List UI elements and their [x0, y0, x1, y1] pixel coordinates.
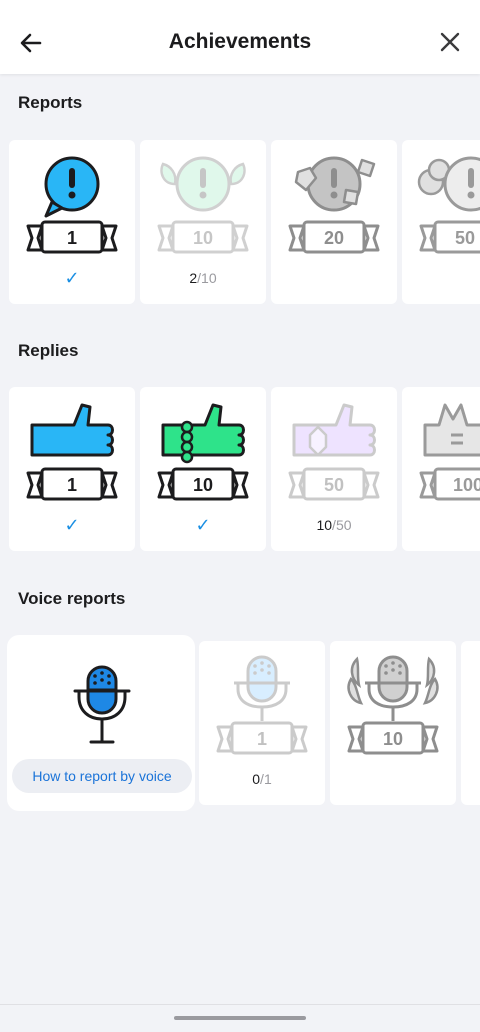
microphone-laurel-icon: 10 — [347, 655, 439, 755]
badge-label: 1 — [67, 475, 77, 495]
achievement-card[interactable]: 100 — [402, 387, 480, 551]
how-to-report-by-voice-button[interactable]: How to report by voice — [12, 759, 192, 793]
progress-total: 1 — [263, 771, 272, 787]
achievement-card[interactable]: 1 0/1 — [199, 641, 325, 805]
replies-row[interactable]: 1 ✓ 10 ✓ 50 10/50 100 — [0, 387, 480, 551]
progress-text: 0/1 — [252, 771, 272, 787]
microphone-icon: 1 — [216, 655, 308, 755]
section-title-voice-reports: Voice reports — [18, 589, 126, 608]
achievement-card[interactable] — [461, 641, 480, 805]
badge-label: 20 — [324, 228, 344, 248]
section-title-reports: Reports — [18, 93, 83, 112]
home-indicator[interactable] — [174, 1016, 306, 1020]
achievement-card[interactable]: 10 ✓ — [140, 387, 266, 551]
gem-speech-bubble-icon: 20 — [288, 156, 380, 254]
progress-total: 10 — [201, 270, 217, 286]
voice-reports-row[interactable]: How to report by voice 1 0/1 10 — [0, 635, 480, 815]
progress-text: 10/50 — [316, 517, 352, 533]
badge-label: 10 — [193, 228, 213, 248]
achievement-card[interactable]: 50 10/50 — [271, 387, 397, 551]
achievement-card[interactable]: 1 ✓ — [9, 140, 135, 304]
completed-check-icon: ✓ — [195, 515, 211, 535]
progress-current: 2 — [189, 270, 198, 286]
achievement-card[interactable]: 1 ✓ — [9, 387, 135, 551]
app-header: Achievements — [0, 0, 480, 74]
progress-current: 0 — [252, 771, 261, 787]
divider — [0, 1004, 480, 1005]
thumbs-up-gem-icon: 50 — [288, 403, 380, 501]
progress-text: 2/10 — [189, 270, 217, 286]
progress-total: 50 — [335, 517, 352, 533]
section-title-replies: Replies — [18, 341, 79, 360]
badge-label: 1 — [67, 228, 77, 248]
badge-label: 50 — [455, 228, 475, 248]
badge-label: 50 — [324, 475, 344, 495]
thumbs-up-beads-icon: 10 — [157, 403, 249, 501]
achievement-card[interactable]: 10 — [330, 641, 456, 805]
completed-check-icon: ✓ — [64, 268, 80, 288]
laurel-speech-bubble-icon: 10 — [157, 156, 249, 254]
achievement-card[interactable]: 20 — [271, 140, 397, 304]
cloud-speech-bubble-icon: 50 — [417, 156, 480, 254]
thumbs-up-crown-icon: 100 — [419, 403, 480, 501]
speech-bubble-exclamation-icon: 1 — [26, 156, 118, 254]
how-to-card[interactable]: How to report by voice — [7, 635, 195, 811]
progress-current: 10 — [316, 517, 333, 533]
badge-label: 10 — [383, 729, 403, 749]
badge-label: 100 — [453, 475, 480, 495]
completed-check-icon: ✓ — [64, 515, 80, 535]
achievement-card[interactable]: 50 — [402, 140, 480, 304]
microphone-icon — [73, 665, 131, 744]
achievement-card[interactable]: 10 2/10 — [140, 140, 266, 304]
badge-label: 1 — [257, 729, 267, 749]
reports-row[interactable]: 1 ✓ 10 2/10 20 50 — [0, 140, 480, 304]
badge-label: 10 — [193, 475, 213, 495]
close-icon[interactable] — [438, 30, 462, 54]
thumbs-up-icon: 1 — [26, 403, 118, 501]
page-title: Achievements — [168, 30, 312, 53]
